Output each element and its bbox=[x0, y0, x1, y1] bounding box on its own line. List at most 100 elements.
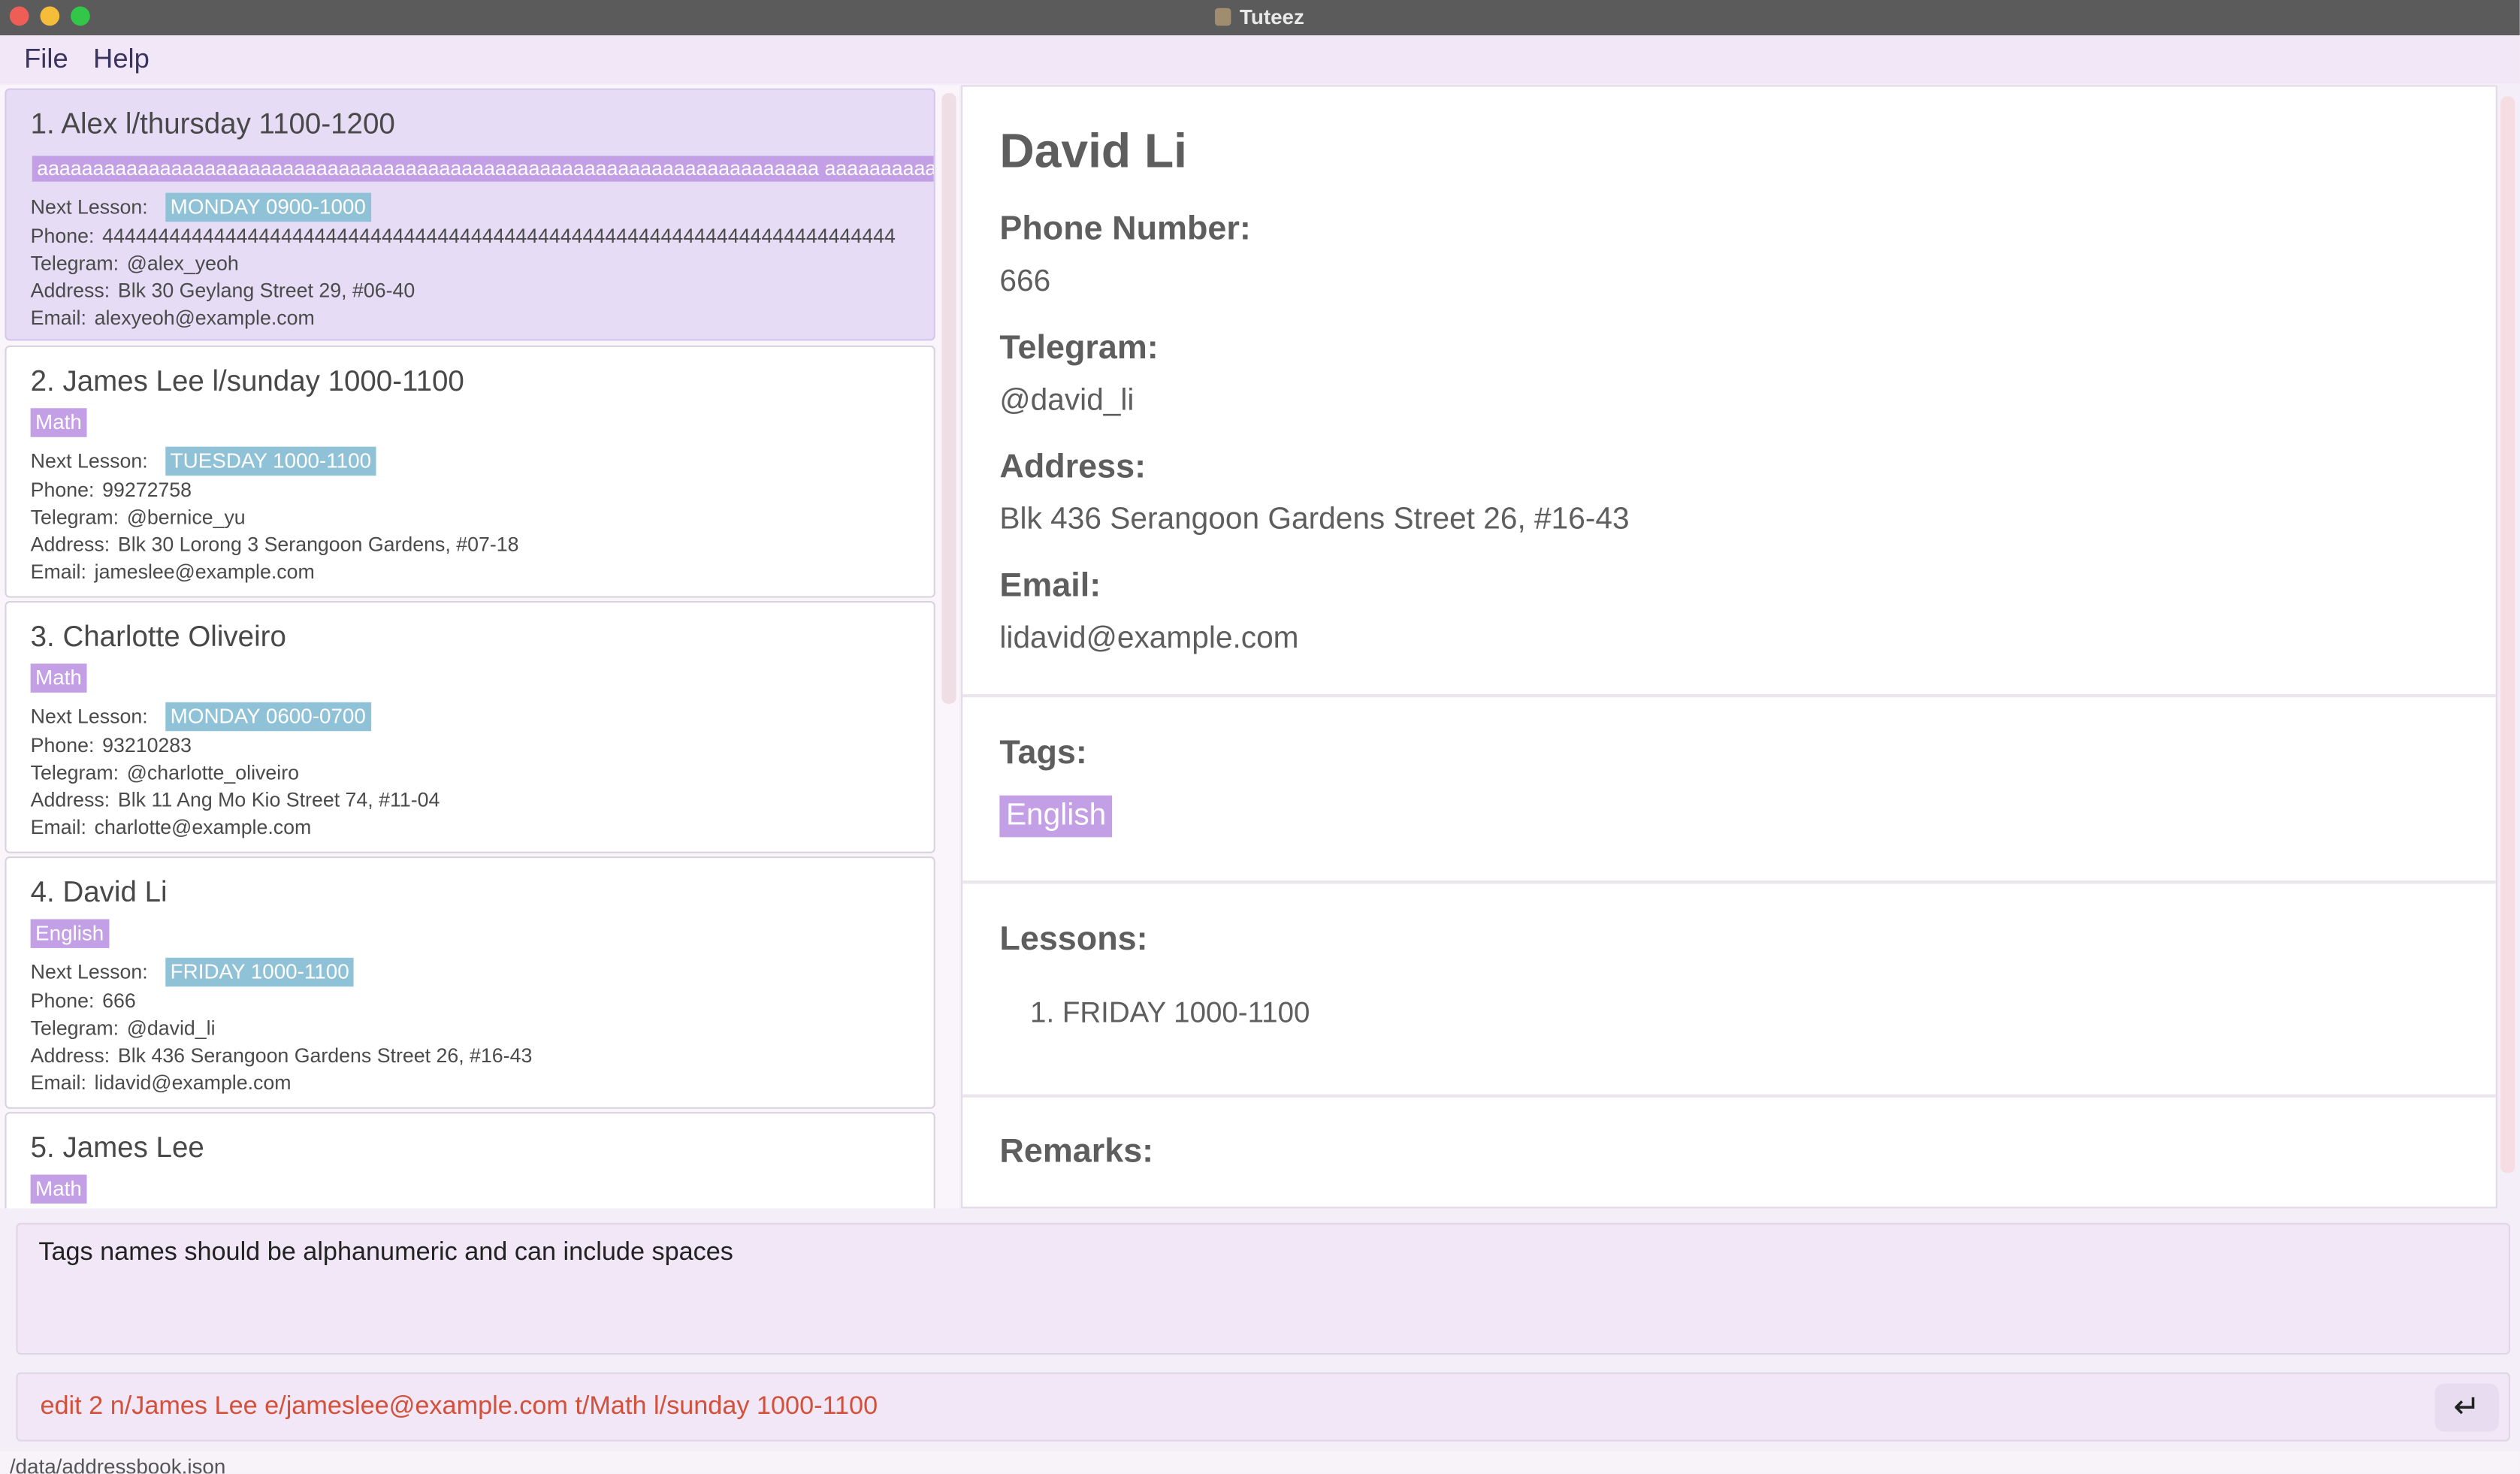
window-title: Tuteez bbox=[0, 5, 2520, 29]
detail-phone-label: Phone Number: bbox=[999, 210, 1251, 248]
phone-row: Phone: 666 bbox=[31, 990, 136, 1013]
email-row: Email: jameslee@example.com bbox=[31, 560, 315, 583]
command-input[interactable]: edit 2 n/James Lee e/jameslee@example.co… bbox=[40, 1393, 878, 1422]
phone-value: 99272758 bbox=[102, 479, 192, 502]
email-row: Email: lidavid@example.com bbox=[31, 1072, 292, 1095]
person-tag: Math bbox=[30, 663, 87, 693]
address-label: Address: bbox=[30, 1044, 110, 1068]
divider bbox=[962, 694, 2496, 698]
address-label: Address: bbox=[30, 279, 110, 303]
result-message: Tags names should be alphanumeric and ca… bbox=[38, 1239, 733, 1267]
address-label: Address: bbox=[30, 789, 110, 812]
app-icon bbox=[1215, 8, 1232, 26]
telegram-row: Telegram: @alex_yeoh bbox=[31, 252, 239, 275]
person-tag: Math bbox=[30, 408, 87, 437]
person-tag: Math bbox=[30, 1174, 87, 1204]
email-row: Email: charlotte@example.com bbox=[31, 817, 312, 839]
detail-lessons-label: Lessons: bbox=[999, 920, 1148, 958]
phone-label: Phone: bbox=[30, 225, 95, 248]
person-tag: English bbox=[30, 919, 109, 948]
result-display: Tags names should be alphanumeric and ca… bbox=[16, 1222, 2510, 1355]
telegram-row: Telegram: @david_li bbox=[31, 1017, 216, 1040]
phone-label: Phone: bbox=[30, 989, 95, 1013]
address-row: Address: Blk 30 Geylang Street 29, #06-40 bbox=[31, 279, 415, 302]
person-name: 4. David Li bbox=[30, 875, 168, 908]
person-card[interactable]: 4. David Li English Next Lesson: FRIDAY 1… bbox=[5, 856, 935, 1109]
telegram-label: Telegram: bbox=[30, 252, 119, 275]
email-value: jameslee@example.com bbox=[94, 560, 315, 584]
email-label: Email: bbox=[30, 1071, 86, 1095]
next-lesson-row: Next Lesson: FRIDAY 1000-1100 bbox=[30, 957, 355, 987]
person-list[interactable]: 1. Alex l/thursday 1100-1200 aaaaaaaaaaa… bbox=[0, 85, 959, 1209]
telegram-label: Telegram: bbox=[30, 1016, 119, 1040]
email-value: lidavid@example.com bbox=[94, 1071, 292, 1095]
person-card[interactable]: 2. James Lee l/sunday 1000-1100 Math Nex… bbox=[5, 345, 935, 598]
detail-address-value: Blk 436 Serangoon Gardens Street 26, #16… bbox=[999, 503, 1630, 537]
detail-phone-value: 666 bbox=[999, 264, 1051, 299]
app-window: Tuteez File Help 1. Alex l/thursday 1100… bbox=[0, 0, 2520, 1474]
next-lesson-label: Next Lesson: bbox=[30, 961, 148, 984]
command-box[interactable]: edit 2 n/James Lee e/jameslee@example.co… bbox=[16, 1372, 2510, 1442]
detail-address-label: Address: bbox=[999, 448, 1147, 485]
telegram-row: Telegram: @charlotte_oliveiro bbox=[31, 762, 299, 784]
menu-file[interactable]: File bbox=[24, 44, 68, 76]
next-lesson-badge: TUESDAY 1000-1100 bbox=[165, 446, 376, 476]
next-lesson-label: Next Lesson: bbox=[30, 195, 148, 219]
detail-scrollbar[interactable] bbox=[2500, 96, 2515, 1173]
person-name: 2. James Lee l/sunday 1000-1100 bbox=[30, 364, 464, 397]
email-value: charlotte@example.com bbox=[94, 816, 312, 839]
detail-lesson-item: 1. FRIDAY 1000-1100 bbox=[1030, 996, 1310, 1028]
phone-value: 93210283 bbox=[102, 734, 192, 757]
telegram-label: Telegram: bbox=[30, 761, 119, 784]
next-lesson-row: Next Lesson: MONDAY 0900-1000 bbox=[30, 192, 371, 222]
phone-row: Phone: 4444444444444444444444444444444444… bbox=[31, 225, 896, 247]
telegram-value: @david_li bbox=[126, 1016, 216, 1040]
email-row: Email: alexyeoh@example.com bbox=[31, 307, 315, 330]
person-detail-panel: David Li Phone Number: 666 Telegram: @da… bbox=[961, 85, 2497, 1209]
next-lesson-badge: MONDAY 0600-0700 bbox=[165, 702, 371, 732]
person-card[interactable]: 1. Alex l/thursday 1100-1200 aaaaaaaaaaa… bbox=[5, 88, 935, 341]
window-title-text: Tuteez bbox=[1239, 5, 1304, 29]
detail-remarks-label: Remarks: bbox=[999, 1132, 1154, 1170]
address-value: Blk 30 Lorong 3 Serangoon Gardens, #07-1… bbox=[117, 533, 519, 557]
detail-telegram-label: Telegram: bbox=[999, 329, 1159, 367]
person-name: 3. Charlotte Oliveiro bbox=[30, 620, 286, 653]
detail-tags-label: Tags: bbox=[999, 734, 1087, 772]
next-lesson-label: Next Lesson: bbox=[30, 705, 148, 728]
email-value: alexyeoh@example.com bbox=[94, 307, 315, 330]
detail-email-label: Email: bbox=[999, 567, 1101, 605]
divider bbox=[962, 880, 2496, 884]
detail-tag: English bbox=[999, 795, 1113, 838]
list-scrollbar[interactable] bbox=[941, 93, 956, 704]
address-row: Address: Blk 11 Ang Mo Kio Street 74, #11… bbox=[31, 789, 440, 811]
email-label: Email: bbox=[30, 560, 86, 584]
divider bbox=[962, 1094, 2496, 1098]
status-bar: /data/addressbook.json bbox=[0, 1451, 2520, 1474]
address-row: Address: Blk 30 Lorong 3 Serangoon Garden… bbox=[31, 533, 519, 556]
enter-icon[interactable]: ↵ bbox=[2434, 1383, 2499, 1432]
telegram-value: @bernice_yu bbox=[126, 506, 246, 529]
detail-email-value: lidavid@example.com bbox=[999, 621, 1299, 656]
menu-help[interactable]: Help bbox=[93, 44, 150, 76]
address-row: Address: Blk 436 Serangoon Gardens Street… bbox=[31, 1044, 533, 1067]
address-value: Blk 11 Ang Mo Kio Street 74, #11-04 bbox=[117, 789, 440, 812]
email-label: Email: bbox=[30, 307, 86, 330]
phone-value: 4444444444444444444444444444444444444444… bbox=[102, 225, 896, 248]
address-value: Blk 30 Geylang Street 29, #06-40 bbox=[117, 279, 415, 303]
phone-label: Phone: bbox=[30, 479, 95, 502]
menu-bar: File Help bbox=[0, 35, 2520, 84]
person-name: 5. James Lee bbox=[30, 1131, 204, 1164]
person-card[interactable]: 5. James Lee Math bbox=[5, 1112, 935, 1209]
next-lesson-badge: FRIDAY 1000-1100 bbox=[165, 957, 355, 987]
detail-telegram-value: @david_li bbox=[999, 384, 1135, 418]
phone-row: Phone: 93210283 bbox=[31, 734, 192, 757]
address-label: Address: bbox=[30, 533, 110, 557]
telegram-value: @alex_yeoh bbox=[126, 252, 239, 275]
detail-name: David Li bbox=[999, 125, 1188, 179]
email-label: Email: bbox=[30, 816, 86, 839]
next-lesson-row: Next Lesson: TUESDAY 1000-1100 bbox=[30, 446, 376, 476]
next-lesson-badge: MONDAY 0900-1000 bbox=[165, 192, 371, 222]
save-location: /data/addressbook.json bbox=[9, 1454, 226, 1474]
person-card[interactable]: 3. Charlotte Oliveiro Math Next Lesson: M… bbox=[5, 600, 935, 853]
next-lesson-label: Next Lesson: bbox=[30, 449, 148, 473]
